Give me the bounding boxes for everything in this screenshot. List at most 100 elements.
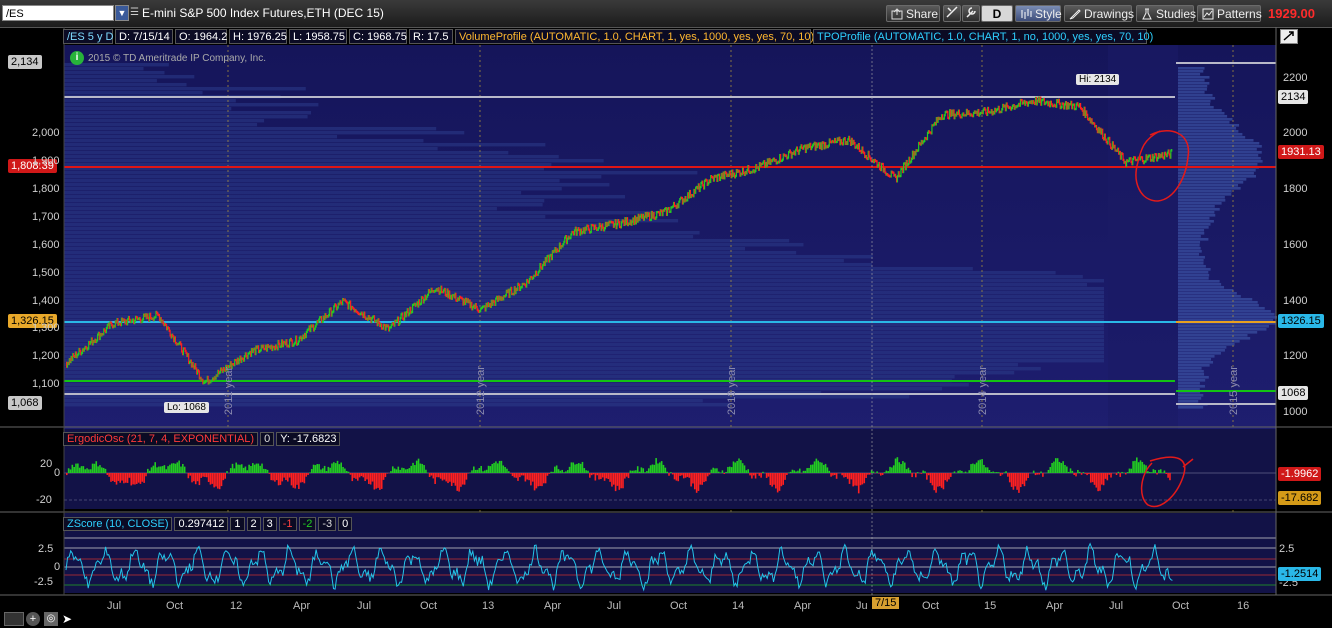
ergodic-bar [428,473,431,477]
ergodic-bar [780,473,783,487]
ergodic-bar [922,470,924,473]
ergodic-bar [170,463,173,473]
chart-area[interactable]: 2011 year 2012 year 2013 year 2014 year 2015… [0,27,1332,628]
ergodic-bar [754,473,757,479]
ergodic-bar [102,467,105,473]
ergodic-bar [391,466,394,473]
ergodic-bar [911,473,913,478]
ergodic-bar [465,473,468,480]
tpo-profile-bar [1178,232,1205,235]
ergodic-bar [86,468,88,473]
tpo-profile-bar [1178,256,1205,259]
ergodic-bar [305,473,308,477]
tpo-profile-bar [1178,334,1248,337]
scroll-left-button[interactable] [4,612,24,626]
volume-profile-bar [64,87,306,91]
ergodic-bar [275,473,278,481]
ergodic-bar [762,471,764,473]
volume-profile-bar [64,219,679,223]
ergodic-bar [681,473,683,476]
ergodic-bar [612,473,615,485]
share-button[interactable]: Share [886,5,940,22]
volume-profile-bar [64,111,312,115]
ergodic-bar [366,473,368,480]
ergodic-bar [1025,473,1028,481]
zscore-level-label-neg2: -2 [298,517,317,531]
ergodic-bar [664,467,667,473]
tpo-profile-bar [1178,214,1216,217]
ergodic-bar [633,470,635,473]
ergodic-bar [716,468,718,473]
ergodic-bar [384,473,387,478]
info-symbol-period[interactable]: /ES 5 y D [63,29,113,44]
ergodic-bar [889,466,891,473]
volume-profile-study[interactable]: VolumeProfile (AUTOMATIC, 1.0, CHART, 1,… [455,29,814,44]
ergodic-bar [1067,471,1070,473]
ergodic-bar [211,473,214,484]
ergodic-bar [406,469,409,473]
ergodic-bar [1102,473,1105,486]
ergodic-bar [677,473,680,482]
ergodic-bar [447,473,449,484]
ergodic-bar [325,471,328,473]
tpo-profile-study[interactable]: TPOProfile (AUTOMATIC, 1.0, CHART, 1, no… [813,29,1153,44]
patterns-button[interactable]: Patterns [1197,5,1262,22]
ergodic-bar [1038,473,1040,475]
ergodic-bar [89,469,92,473]
ergodic-bar [609,473,611,482]
volume-profile-bar [64,243,804,247]
ergodic-bar [441,473,444,481]
instrument-description: E-mini S&P 500 Index Futures,ETH (DEC 15… [142,6,384,20]
ergodic-bar [222,473,225,481]
ergodic-bar [1121,471,1123,473]
ergodic-bar [631,470,633,473]
ergodic-bar [513,473,516,478]
ergodic-bar [91,463,94,473]
symbol-input[interactable]: /ES [2,5,114,21]
tpo-profile-bar [1178,172,1254,175]
tpo-profile-bar [1178,394,1204,397]
ergodic-bar [252,463,254,473]
ergodic-bar [611,473,613,487]
tpo-profile-bar [1178,355,1215,358]
ergodic-bar [1023,473,1026,487]
info-icon[interactable]: i [70,51,84,65]
symbol-dropdown-button[interactable]: ▼ [115,5,129,21]
period-button[interactable]: D [981,5,1013,22]
drawings-button[interactable]: Drawings [1064,5,1134,22]
wrench-tool-button[interactable] [962,5,980,22]
pointer-icon[interactable]: ➤ [62,612,74,626]
ergodic-bar [826,467,829,473]
tpo-profile-bar [1178,220,1214,223]
ergodic-bar [758,473,761,476]
right-tick-2: 1800 [1283,183,1308,196]
zscore-header: ZScore (10, CLOSE) 0.297412 1 2 3 -1 -2 -3 0 [63,517,353,531]
style-button[interactable]: Style [1015,5,1062,22]
ergodic-bar [915,473,917,478]
studies-button[interactable]: Studies [1136,5,1196,22]
settings-menu-icon[interactable]: ☰ [130,6,140,20]
maximize-panel-button[interactable] [1280,29,1298,44]
zscore-title[interactable]: ZScore (10, CLOSE) [63,517,173,531]
ergodic-bar [572,462,575,473]
tpo-profile-bar [1178,70,1204,73]
top-toolbar: /ES ▼ ☰ E-mini S&P 500 Index Futures,ETH… [0,0,1332,28]
ergodic-bar [830,473,832,477]
zoom-in-icon[interactable]: + [26,612,40,626]
ergodic-bar [395,469,398,473]
flask-icon [1141,8,1153,20]
zoom-tool-icon[interactable]: ◎ [44,612,58,626]
zscore-value: 0.297412 [174,517,229,531]
ergodic-bar [253,464,256,473]
ergodic-bar [430,473,433,476]
crosshair-tool-button[interactable] [943,5,961,22]
ergodic-bar [207,473,210,482]
ergodic-bar [93,463,96,473]
ergodic-bar [706,473,709,477]
ergodic-bar [745,470,748,473]
ergodic-bar [117,473,120,481]
ergodic-bar [1150,472,1153,473]
ergodic-bar [1115,473,1118,476]
ergodic-bar [390,471,392,473]
ergodic-title[interactable]: ErgodicOsc (21, 7, 4, EXPONENTIAL) [63,432,259,446]
